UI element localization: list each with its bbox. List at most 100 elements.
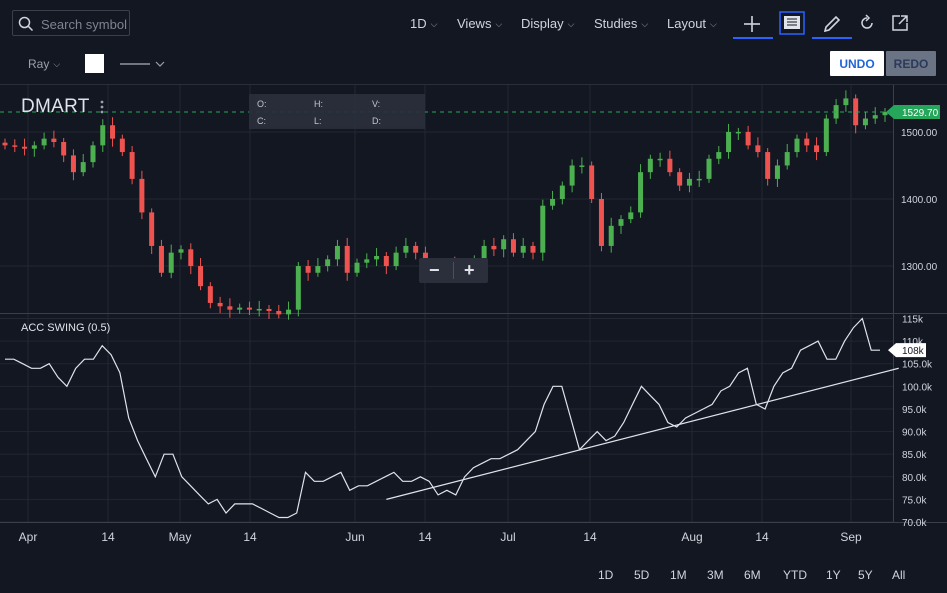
candle-body bbox=[119, 138, 125, 153]
candle-body bbox=[315, 266, 321, 273]
candle-body bbox=[726, 131, 732, 153]
high-label: H: bbox=[314, 99, 323, 109]
crosshair-icon[interactable] bbox=[733, 10, 773, 40]
more-options-icon[interactable] bbox=[98, 99, 106, 115]
indicator-y-tick-label: 100.0k bbox=[902, 382, 933, 393]
change-label: D: bbox=[372, 116, 381, 126]
candle-body bbox=[765, 152, 771, 179]
chart-canvas[interactable]: 1529.70 1300.00 1400.00 1500.00 70.0k 75.0k 80… bbox=[0, 84, 947, 550]
zoom-controls: − + bbox=[419, 258, 488, 283]
tool-label: Ray bbox=[28, 57, 50, 71]
candle-body bbox=[22, 146, 28, 149]
candle-body bbox=[286, 309, 292, 315]
x-tick-label: Sep bbox=[840, 530, 862, 544]
candle-body bbox=[686, 178, 692, 186]
studies-dropdown[interactable]: Studies ⌵ bbox=[594, 16, 648, 31]
candle-body bbox=[256, 308, 262, 311]
indicator-y-tick-label: 85.0k bbox=[902, 450, 927, 461]
interval-label: 1D bbox=[410, 16, 427, 31]
indicator-y-tick-label: 75.0k bbox=[902, 495, 927, 506]
x-tick-label: 14 bbox=[243, 530, 257, 544]
search-input[interactable]: Search symbol bbox=[12, 10, 130, 36]
undo-button[interactable]: UNDO bbox=[830, 51, 884, 76]
candle-body bbox=[755, 145, 761, 153]
zoom-out-button[interactable]: − bbox=[429, 260, 440, 281]
popout-icon[interactable] bbox=[891, 14, 909, 32]
indicator-y-tick-label: 95.0k bbox=[902, 405, 927, 416]
candle-body bbox=[237, 307, 243, 310]
range-button-1y[interactable]: 1Y bbox=[826, 568, 841, 582]
candle-body bbox=[638, 172, 644, 213]
range-button-all[interactable]: All bbox=[892, 568, 905, 582]
candle-body bbox=[149, 212, 155, 246]
indicator-y-tick-label: 80.0k bbox=[902, 473, 927, 484]
zoom-in-button[interactable]: + bbox=[464, 260, 475, 281]
range-button-ytd[interactable]: YTD bbox=[783, 568, 807, 582]
candle-body bbox=[207, 286, 213, 303]
x-tick-label: 14 bbox=[418, 530, 432, 544]
candle-body bbox=[667, 158, 673, 173]
candle-body bbox=[393, 252, 399, 267]
candle-body bbox=[608, 225, 614, 246]
candle-body bbox=[618, 219, 624, 226]
range-button-3m[interactable]: 3M bbox=[707, 568, 724, 582]
candle-body bbox=[70, 155, 76, 173]
candle-body bbox=[677, 172, 683, 186]
x-tick-label: Apr bbox=[19, 530, 38, 544]
candle-body bbox=[579, 165, 585, 167]
candle-body bbox=[510, 239, 516, 253]
open-label: O: bbox=[257, 99, 267, 109]
indicator-label: ACC SWING (0.5) bbox=[21, 322, 111, 334]
candle-body bbox=[188, 249, 194, 267]
redo-button[interactable]: REDO bbox=[886, 51, 936, 76]
indicator-y-tick-label: 70.0k bbox=[902, 518, 927, 529]
x-tick-label: Jun bbox=[345, 530, 364, 544]
candle-body bbox=[530, 245, 536, 253]
layout-dropdown[interactable]: Layout ⌵ bbox=[667, 16, 717, 31]
display-dropdown[interactable]: Display ⌵ bbox=[521, 16, 574, 31]
x-tick-label: Jul bbox=[500, 530, 515, 544]
price-badge-label: 1529.70 bbox=[902, 108, 939, 119]
range-button-1m[interactable]: 1M bbox=[670, 568, 687, 582]
candle-body bbox=[61, 142, 67, 156]
range-button-5y[interactable]: 5Y bbox=[858, 568, 873, 582]
info-panel-icon[interactable] bbox=[779, 11, 805, 35]
candle-body bbox=[139, 178, 145, 213]
studies-label: Studies bbox=[594, 16, 638, 31]
candle-body bbox=[276, 310, 282, 315]
close-label: C: bbox=[257, 116, 266, 126]
candle-body bbox=[862, 118, 868, 126]
layout-label: Layout bbox=[667, 16, 707, 31]
range-button-6m[interactable]: 6M bbox=[744, 568, 761, 582]
pencil-icon[interactable] bbox=[812, 10, 852, 40]
candle-body bbox=[90, 145, 96, 163]
candle-body bbox=[246, 307, 252, 310]
views-dropdown[interactable]: Views ⌵ bbox=[457, 16, 502, 31]
candle-body bbox=[51, 138, 57, 142]
candle-body bbox=[227, 306, 233, 310]
candle-body bbox=[100, 125, 106, 146]
candle-body bbox=[520, 245, 526, 253]
color-swatch[interactable] bbox=[85, 54, 104, 73]
reset-icon[interactable] bbox=[858, 14, 876, 32]
x-tick-label: May bbox=[169, 530, 192, 544]
range-button-1d[interactable]: 1D bbox=[598, 568, 613, 582]
interval-dropdown[interactable]: 1D ⌵ bbox=[410, 16, 437, 31]
candle-body bbox=[569, 165, 575, 186]
candle-body bbox=[774, 165, 780, 179]
range-button-5d[interactable]: 5D bbox=[634, 568, 649, 582]
indicator-badge-label: 108k bbox=[902, 346, 925, 357]
line-style-dropdown[interactable] bbox=[120, 56, 170, 72]
candle-body bbox=[403, 245, 409, 253]
chevron-down-icon: ⌵ bbox=[495, 19, 503, 29]
search-icon bbox=[18, 16, 34, 32]
y-tick-label: 1400.00 bbox=[901, 195, 938, 206]
candle-body bbox=[696, 178, 702, 181]
line-style-icon bbox=[120, 61, 165, 67]
candle-body bbox=[295, 266, 301, 310]
chevron-down-icon: ⌵ bbox=[710, 19, 717, 29]
indicator-y-tick-label: 90.0k bbox=[902, 428, 927, 439]
display-label: Display bbox=[521, 16, 564, 31]
chevron-down-icon: ⌵ bbox=[53, 59, 61, 69]
tool-dropdown[interactable]: Ray ⌵ bbox=[28, 57, 60, 71]
